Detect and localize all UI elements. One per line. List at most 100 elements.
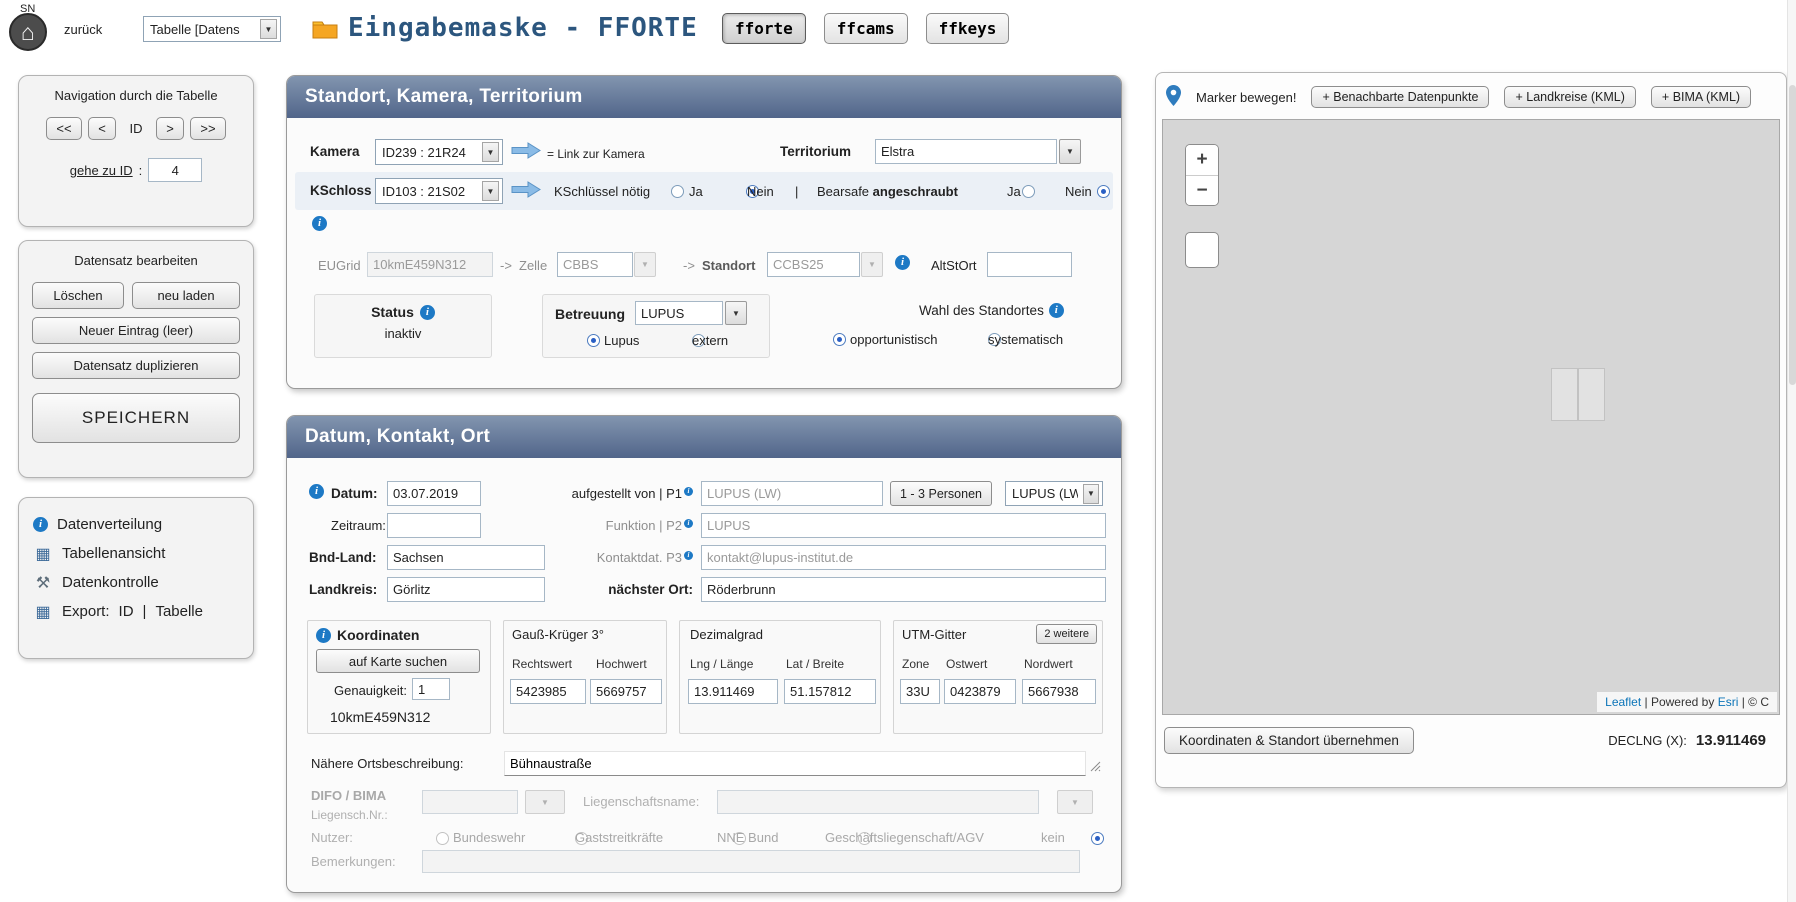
landkreise-kml-button[interactable]: + Landkreise (KML) xyxy=(1504,86,1635,108)
p3-input[interactable] xyxy=(701,545,1106,570)
standort-dropdown-button[interactable]: ▼ xyxy=(861,252,883,277)
tab-ffkeys[interactable]: ffkeys xyxy=(926,13,1010,44)
altstort-input[interactable] xyxy=(987,252,1072,277)
nordwert-input[interactable] xyxy=(1022,679,1096,704)
radio-wahl-opportunistisch[interactable] xyxy=(833,333,846,346)
zone-input[interactable] xyxy=(900,679,940,704)
kamera-select[interactable]: ID239 : 21R24 ▼ xyxy=(375,139,503,165)
new-entry-button[interactable]: Neuer Eintrag (leer) xyxy=(32,317,240,344)
standort-input[interactable] xyxy=(767,252,860,277)
radio-betreuung-lupus-label: Lupus xyxy=(604,333,639,348)
datum-input[interactable] xyxy=(387,481,481,506)
info-icon[interactable]: i xyxy=(309,484,324,499)
goto-id-link[interactable]: gehe zu ID xyxy=(70,163,133,178)
p1-select[interactable]: LUPUS (LW ▼ xyxy=(1005,481,1103,506)
zoom-out-button[interactable]: − xyxy=(1186,175,1218,205)
lng-input[interactable] xyxy=(688,679,778,704)
bima-kml-button[interactable]: + BIMA (KML) xyxy=(1651,86,1751,108)
kschloss-select[interactable]: ID103 : 21S02 ▼ xyxy=(375,178,503,204)
map-canvas[interactable]: + − Leaflet | Powered by Esri | © C xyxy=(1162,119,1780,715)
scrollbar-thumb[interactable] xyxy=(1789,85,1796,385)
map-search-button[interactable]: auf Karte suchen xyxy=(316,649,480,673)
territorium-dropdown-button[interactable]: ▼ xyxy=(1059,139,1081,164)
reload-button[interactable]: neu laden xyxy=(132,282,240,309)
export-table-link[interactable]: Tabelle xyxy=(155,603,203,620)
edit-panel-title: Datensatz bearbeiten xyxy=(19,241,253,268)
chevron-down-icon: ▼ xyxy=(541,798,549,807)
info-icon[interactable]: i xyxy=(312,216,327,231)
delete-button[interactable]: Löschen xyxy=(32,282,124,309)
radio-kschluessel-ja[interactable] xyxy=(671,185,684,198)
liegnr-input xyxy=(422,790,518,814)
p1-input[interactable] xyxy=(701,481,883,506)
table-select-value: Tabelle [Datens xyxy=(150,22,240,37)
hochwert-input[interactable] xyxy=(590,679,662,704)
betreuung-label: Betreuung xyxy=(555,306,625,322)
personen-button[interactable]: 1 - 3 Personen xyxy=(890,481,992,506)
resize-grip-icon[interactable] xyxy=(1090,760,1101,775)
status-box: Status i inaktiv xyxy=(314,294,492,358)
page-scrollbar[interactable] xyxy=(1787,0,1796,902)
leaflet-link[interactable]: Leaflet xyxy=(1605,695,1641,709)
link-datenkontrolle[interactable]: ⚒ Datenkontrolle xyxy=(19,568,253,597)
goto-id-input[interactable] xyxy=(148,158,202,182)
radio-kschluessel-nein-label: Nein xyxy=(747,184,774,199)
bndland-input[interactable] xyxy=(387,545,545,570)
territorium-input[interactable] xyxy=(875,139,1057,164)
genauigkeit-label: Genauigkeit: xyxy=(334,683,407,698)
info-icon[interactable]: i xyxy=(684,519,693,528)
marker-pin-icon xyxy=(1166,85,1181,109)
info-icon[interactable]: i xyxy=(895,255,910,270)
rechtswert-input[interactable] xyxy=(510,679,586,704)
app-tabs: fforte ffcams ffkeys xyxy=(722,13,1009,44)
zeitraum-input[interactable] xyxy=(387,513,481,538)
info-icon[interactable]: i xyxy=(684,551,693,560)
link-datenverteilung[interactable]: i Datenverteilung xyxy=(19,510,253,539)
next-record-button[interactable]: > xyxy=(156,117,184,140)
p2-input[interactable] xyxy=(701,513,1106,538)
ortsbeschreibung-input[interactable] xyxy=(504,751,1086,776)
info-icon[interactable]: i xyxy=(684,487,693,496)
camera-link-arrow-icon[interactable] xyxy=(511,142,541,162)
dezimalgrad-box: Dezimalgrad Lng / Länge Lat / Breite xyxy=(679,620,881,734)
link-tabellenansicht[interactable]: ▦ Tabellenansicht xyxy=(19,539,253,568)
kschloss-link-arrow-icon[interactable] xyxy=(511,181,541,201)
landkreis-input[interactable] xyxy=(387,577,545,602)
tab-fforte[interactable]: fforte xyxy=(722,13,806,44)
section2-body: i Datum: aufgestellt von | P1i 1 - 3 Per… xyxy=(287,458,1121,892)
last-record-button[interactable]: >> xyxy=(190,117,226,140)
radio-nutzer-bundeswehr[interactable] xyxy=(436,832,449,845)
table-select[interactable]: Tabelle [Datens ▼ xyxy=(143,16,281,42)
duplicate-button[interactable]: Datensatz duplizieren xyxy=(32,352,240,379)
genauigkeit-input[interactable] xyxy=(412,678,450,700)
ort-input[interactable] xyxy=(701,577,1106,602)
tab-ffcams[interactable]: ffcams xyxy=(824,13,908,44)
apply-coordinates-button[interactable]: Koordinaten & Standort übernehmen xyxy=(1164,727,1414,754)
prev-record-button[interactable]: < xyxy=(88,117,116,140)
zoom-in-button[interactable]: + xyxy=(1186,145,1218,175)
esri-link[interactable]: Esri xyxy=(1718,695,1739,709)
export-id-link[interactable]: ID xyxy=(119,603,134,620)
more-coords-button[interactable]: 2 weitere xyxy=(1036,624,1097,644)
betreuung-dropdown-button[interactable]: ▼ xyxy=(725,301,747,325)
radio-nutzer-kein[interactable] xyxy=(1091,832,1104,845)
neighbors-button[interactable]: + Benachbarte Datenpunkte xyxy=(1311,86,1489,108)
edit-panel: Datensatz bearbeiten Löschen neu laden N… xyxy=(18,240,254,478)
map-extra-control-button[interactable] xyxy=(1185,232,1219,268)
info-icon[interactable]: i xyxy=(1049,303,1064,318)
eugrid-input xyxy=(367,252,493,277)
zelle-dropdown-button[interactable]: ▼ xyxy=(634,252,656,277)
zelle-input[interactable] xyxy=(557,252,633,277)
radio-betreuung-lupus[interactable] xyxy=(587,334,600,347)
back-link[interactable]: zurück xyxy=(64,22,102,37)
info-icon[interactable]: i xyxy=(316,628,331,643)
ostwert-input[interactable] xyxy=(944,679,1016,704)
first-record-button[interactable]: << xyxy=(46,117,82,140)
home-button[interactable]: ⌂ xyxy=(9,13,47,51)
betreuung-input[interactable] xyxy=(635,301,723,325)
info-icon[interactable]: i xyxy=(420,305,435,320)
radio-bearsafe-nein[interactable] xyxy=(1097,185,1110,198)
ort-label: nächster Ort: xyxy=(527,582,693,597)
lat-input[interactable] xyxy=(784,679,876,704)
save-button[interactable]: SPEICHERN xyxy=(32,393,240,443)
